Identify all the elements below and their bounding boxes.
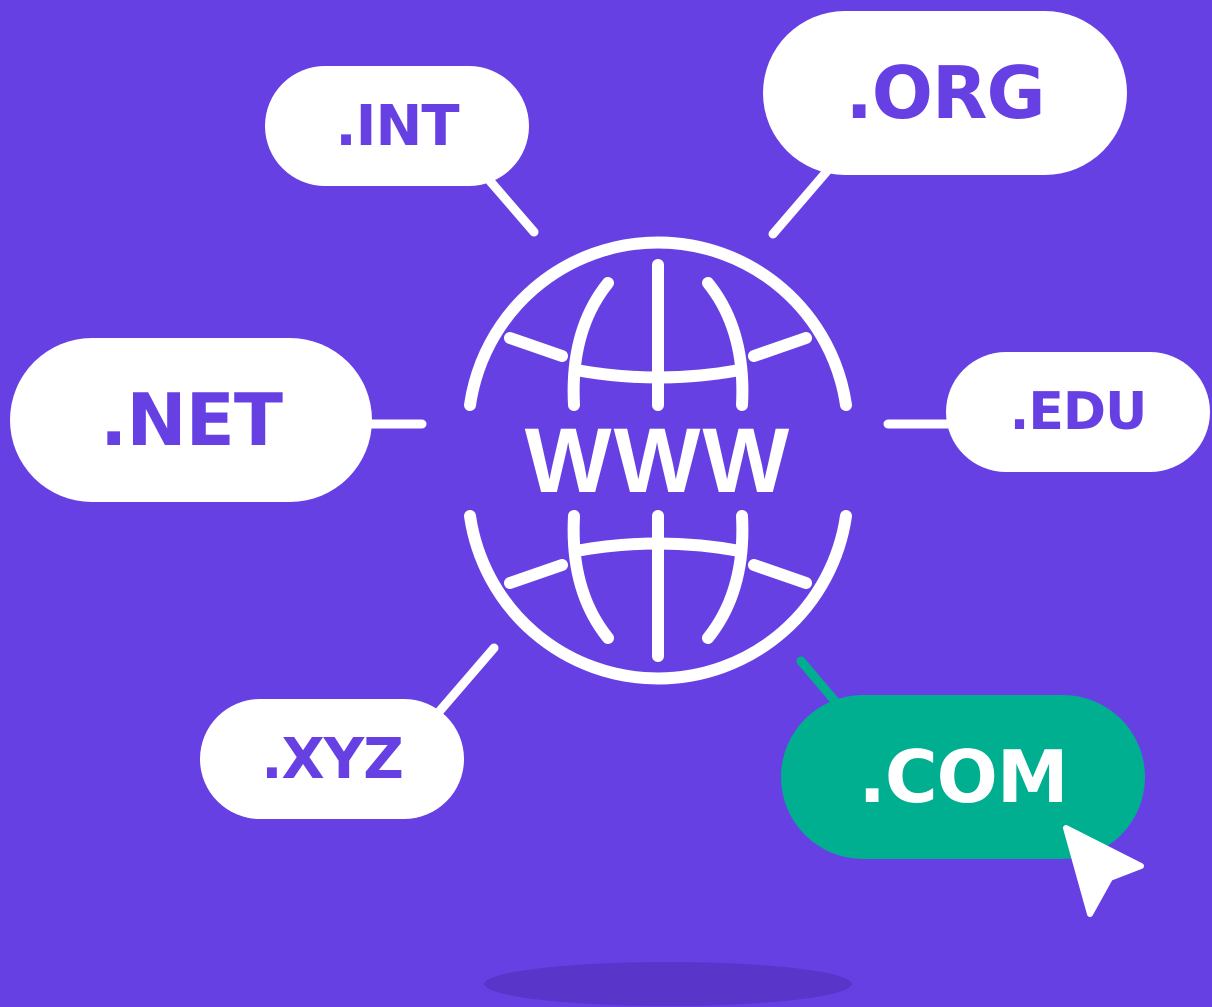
domain-illustration: WWW .INT .ORG .NET .EDU .XYZ .COM: [0, 0, 1212, 1007]
cursor-arrow-icon: [1063, 825, 1144, 917]
